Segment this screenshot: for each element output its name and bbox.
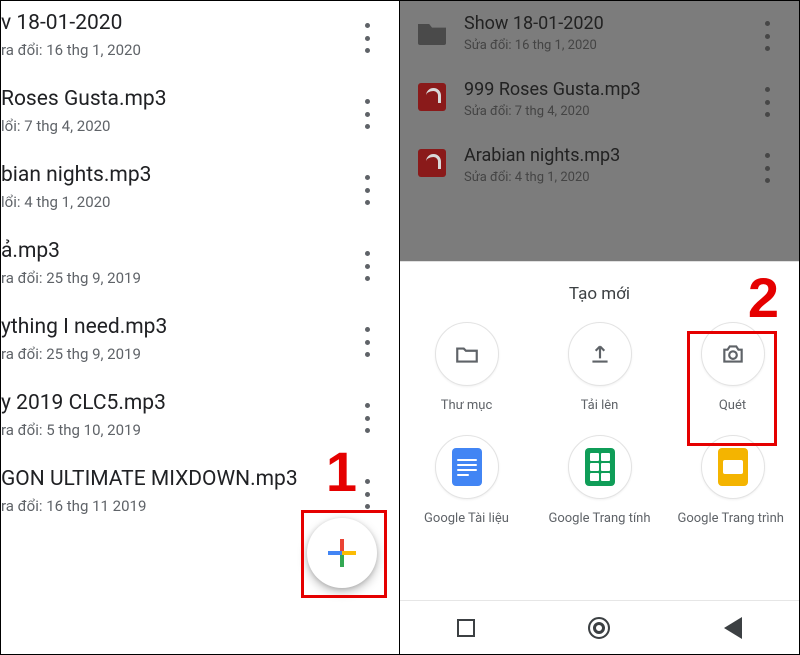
- file-sub: Sửa đổi: 16 thg 1, 2020: [464, 38, 604, 53]
- file-name: Arabian nights.mp3: [464, 145, 620, 166]
- file-name: Roses Gusta.mp3: [1, 87, 381, 111]
- action-label: Quét: [719, 398, 746, 413]
- more-icon[interactable]: [357, 23, 377, 53]
- list-item[interactable]: ything I need.mp3 ra đổi: 25 thg 9, 2019: [1, 305, 399, 381]
- list-item: 999 Roses Gusta.mp3 Sửa đổi: 7 thg 4, 20…: [400, 67, 799, 133]
- action-scan[interactable]: Quét: [666, 322, 799, 413]
- list-item: Show 18-01-2020 Sửa đổi: 16 thg 1, 2020: [400, 1, 799, 67]
- plus-icon: [328, 539, 356, 567]
- action-label: Thư mục: [441, 398, 493, 413]
- nav-back-icon[interactable]: [724, 617, 742, 639]
- action-label: Google Trang tính: [548, 511, 650, 526]
- action-folder[interactable]: Thư mục: [400, 322, 533, 413]
- google-slides-icon: [701, 435, 765, 499]
- google-docs-icon: [435, 435, 499, 499]
- action-google-sheets[interactable]: Google Trang tính: [533, 435, 666, 526]
- more-icon: [757, 87, 777, 117]
- nav-home-icon[interactable]: [588, 617, 610, 639]
- music-file-icon: [418, 149, 446, 177]
- file-sub: Sửa đổi: 7 thg 4, 2020: [464, 104, 641, 119]
- sheet-title: Tạo mới: [400, 262, 799, 322]
- file-name: GON ULTIMATE MIXDOWN.mp3: [1, 467, 381, 491]
- action-label: Google Tài liệu: [424, 511, 509, 526]
- action-label: Tải lên: [581, 398, 619, 413]
- file-sub: lổi: 4 thg 1, 2020: [1, 193, 381, 211]
- file-sub: Sửa đổi: 4 thg 1, 2020: [464, 170, 620, 185]
- more-icon[interactable]: [357, 479, 377, 509]
- upload-icon: [568, 322, 632, 386]
- left-screenshot: v 18-01-2020 ra đổi: 16 thg 1, 2020 Rose…: [1, 1, 400, 654]
- list-item[interactable]: y 2019 CLC5.mp3 ra đổi: 5 thg 10, 2019: [1, 381, 399, 457]
- list-item: Arabian nights.mp3 Sửa đổi: 4 thg 1, 202…: [400, 133, 799, 199]
- action-google-slides[interactable]: Google Trang trình b: [666, 435, 799, 526]
- file-sub: ra đổi: 16 thg 1, 2020: [1, 41, 381, 59]
- right-screenshot: Show 18-01-2020 Sửa đổi: 16 thg 1, 2020 …: [400, 1, 799, 654]
- list-item[interactable]: v 18-01-2020 ra đổi: 16 thg 1, 2020: [1, 1, 399, 77]
- file-name: v 18-01-2020: [1, 11, 381, 35]
- more-icon[interactable]: [357, 175, 377, 205]
- file-name: bian nights.mp3: [1, 163, 381, 187]
- action-label: Google Trang trình b: [678, 511, 788, 526]
- file-list: v 18-01-2020 ra đổi: 16 thg 1, 2020 Rose…: [1, 1, 399, 533]
- folder-icon: [435, 322, 499, 386]
- file-name: Show 18-01-2020: [464, 13, 604, 34]
- more-icon[interactable]: [357, 403, 377, 433]
- list-item[interactable]: Roses Gusta.mp3 lổi: 7 thg 4, 2020: [1, 77, 399, 153]
- more-icon[interactable]: [357, 251, 377, 281]
- nav-recent-icon[interactable]: [457, 619, 475, 637]
- file-sub: lổi: 7 thg 4, 2020: [1, 117, 381, 135]
- create-new-sheet: Tạo mới Thư mục Tải lên: [400, 261, 799, 654]
- file-sub: ra đổi: 16 thg 11 2019: [1, 497, 381, 515]
- file-name: 999 Roses Gusta.mp3: [464, 79, 641, 100]
- more-icon: [757, 153, 777, 183]
- file-name: y 2019 CLC5.mp3: [1, 391, 381, 415]
- file-name: ả.mp3: [1, 239, 381, 263]
- camera-icon: [701, 322, 765, 386]
- more-icon: [757, 21, 777, 51]
- folder-icon: [418, 17, 446, 45]
- music-file-icon: [418, 83, 446, 111]
- fab-create-button[interactable]: [307, 518, 377, 588]
- android-navbar: [400, 600, 799, 654]
- file-sub: ra đổi: 25 thg 9, 2019: [1, 345, 381, 363]
- list-item[interactable]: ả.mp3 ra đổi: 25 thg 9, 2019: [1, 229, 399, 305]
- dimmed-file-list: Show 18-01-2020 Sửa đổi: 16 thg 1, 2020 …: [400, 1, 799, 261]
- more-icon[interactable]: [357, 327, 377, 357]
- file-name: ything I need.mp3: [1, 315, 381, 339]
- action-google-docs[interactable]: Google Tài liệu: [400, 435, 533, 526]
- google-sheets-icon: [568, 435, 632, 499]
- file-sub: ra đổi: 5 thg 10, 2019: [1, 421, 381, 439]
- action-upload[interactable]: Tải lên: [533, 322, 666, 413]
- file-sub: ra đổi: 25 thg 9, 2019: [1, 269, 381, 287]
- more-icon[interactable]: [357, 99, 377, 129]
- list-item[interactable]: bian nights.mp3 lổi: 4 thg 1, 2020: [1, 153, 399, 229]
